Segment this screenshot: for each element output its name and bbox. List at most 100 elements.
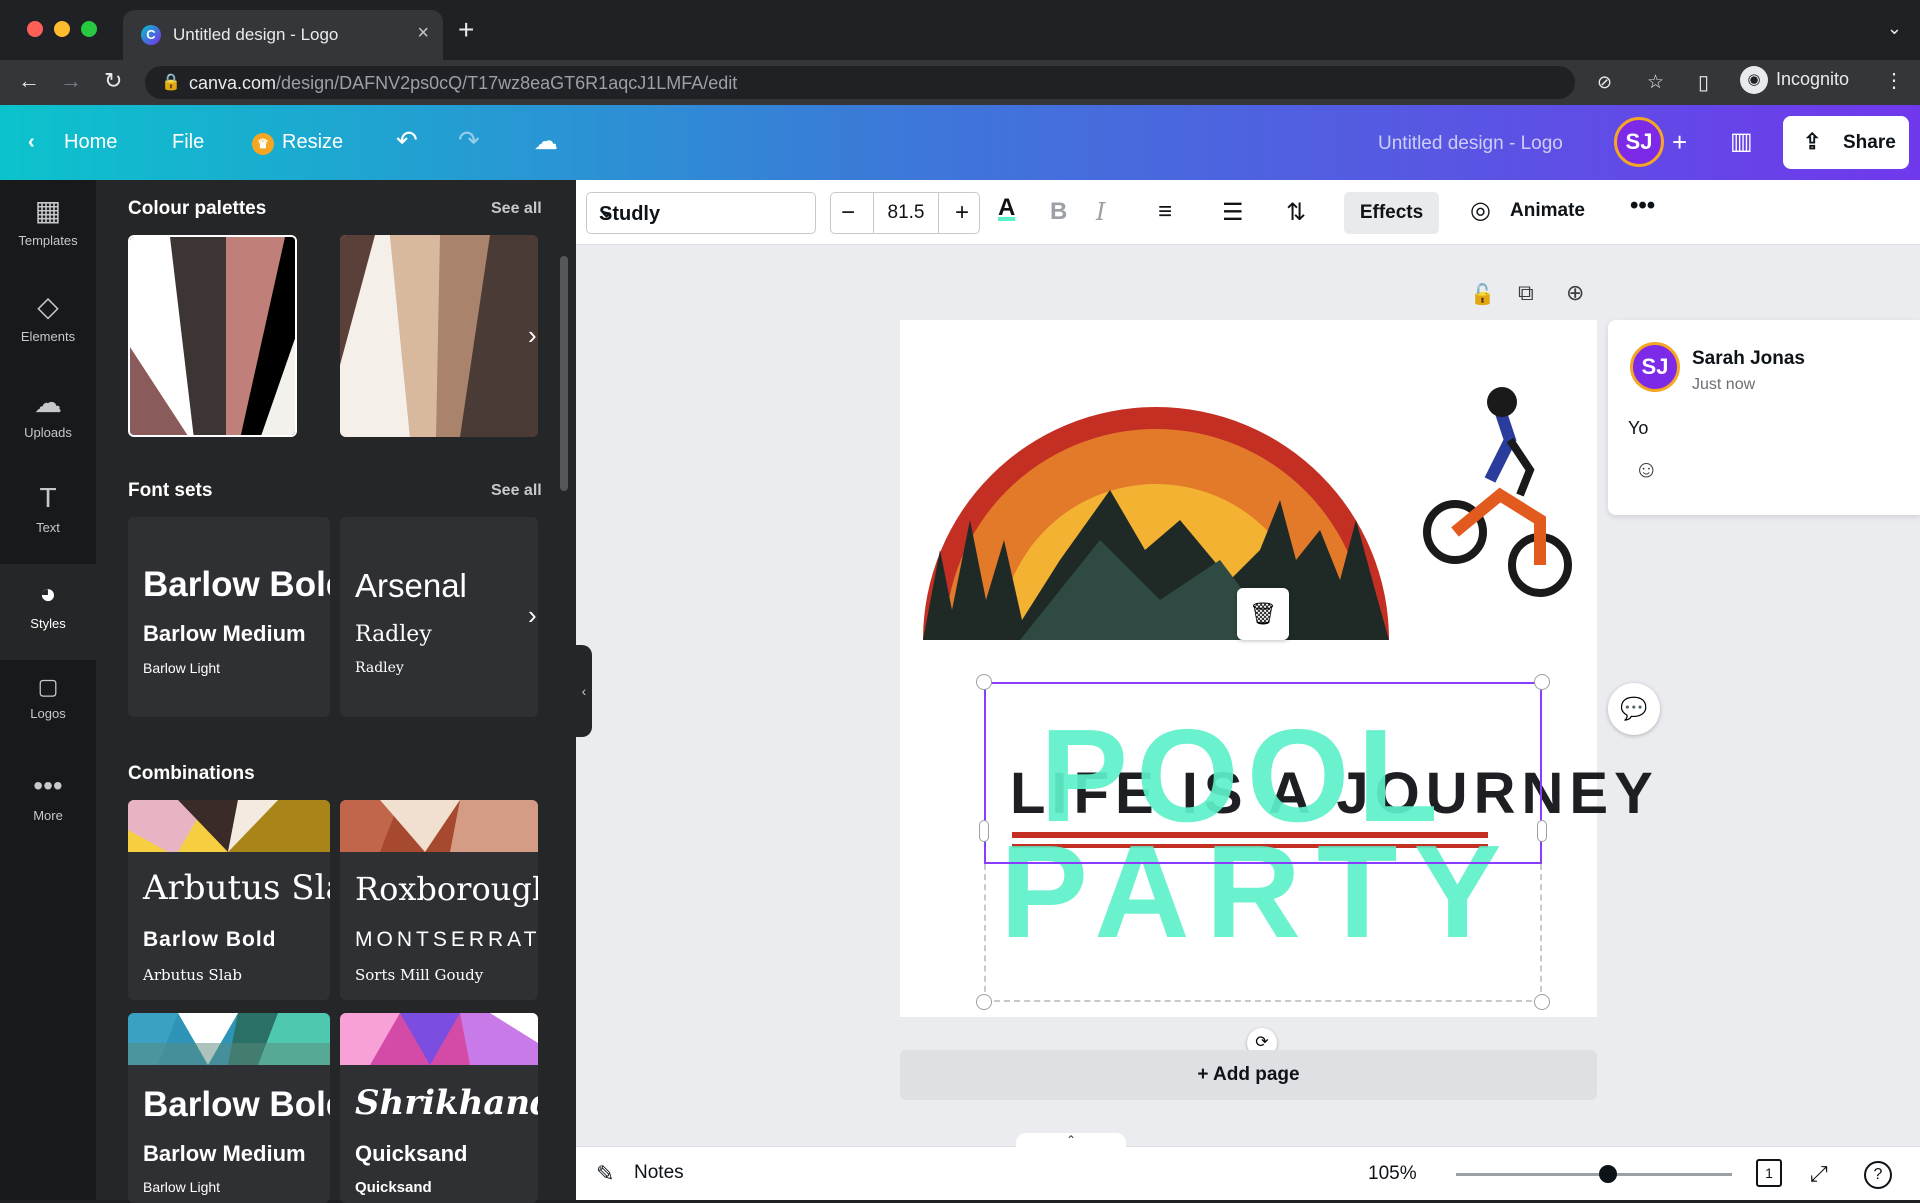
sidebar-icon[interactable]: ▯ [1698, 70, 1709, 95]
reload-icon[interactable]: ↻ [104, 68, 122, 94]
combination-card[interactable]: Arbutus Slab Barlow Bold Arbutus Slab [128, 800, 330, 1000]
font-size-input[interactable]: 81.5 [873, 193, 939, 233]
add-reaction-icon[interactable]: ☺ [1634, 456, 1659, 484]
back-icon[interactable]: ← [18, 68, 40, 94]
panel-scrollbar[interactable] [560, 256, 568, 491]
forward-icon[interactable]: → [60, 68, 82, 94]
rail-item-elements[interactable]: ◇ Elements [0, 276, 96, 372]
back-chevron-icon[interactable]: ‹ [28, 131, 35, 154]
add-comment-icon[interactable]: 💬 [1608, 683, 1660, 735]
minimize-window-button[interactable] [54, 21, 70, 37]
address-bar-row: ← → ↻ 🔒 canva.com/design/DAFNV2ps0cQ/T17… [0, 60, 1920, 105]
combination-card[interactable]: Shrikhand Quicksand Quicksand [340, 1013, 538, 1203]
rail-item-templates[interactable]: ▦ Templates [0, 180, 96, 276]
zoom-slider-thumb[interactable] [1598, 1165, 1617, 1183]
file-button[interactable]: File [172, 131, 204, 154]
fontsets-next-chevron-icon[interactable]: › [528, 600, 537, 631]
browser-menu-icon[interactable]: ⋮ [1884, 68, 1904, 93]
bookmark-star-icon[interactable]: ☆ [1647, 71, 1664, 94]
styles-icon: ◕ [39, 578, 57, 609]
collapse-panel-handle[interactable]: ‹ [576, 645, 592, 737]
undo-icon[interactable]: ↶ [396, 125, 418, 156]
zoom-level[interactable]: 105% [1368, 1163, 1417, 1185]
lock-icon: 🔒 [161, 74, 181, 91]
fontsets-see-all-link[interactable]: See all [491, 482, 542, 500]
animate-icon: ◎ [1470, 197, 1491, 224]
browser-tab-bar: C Untitled design - Logo × + ⌄ [0, 0, 1920, 65]
resize-handle[interactable] [979, 820, 989, 842]
resize-handle[interactable] [1534, 994, 1550, 1010]
incognito-profile[interactable]: ◉ Incognito [1740, 66, 1849, 94]
canva-favicon-icon: C [141, 25, 161, 45]
eye-off-icon[interactable]: ⊘ [1597, 72, 1612, 93]
elements-icon: ◇ [37, 291, 59, 322]
combination-swatch [128, 1013, 330, 1065]
palettes-next-chevron-icon[interactable]: › [528, 320, 537, 351]
list-icon[interactable]: ☰ [1222, 198, 1244, 227]
font-family-select[interactable]: Studly ⌄ [586, 192, 816, 234]
rail-item-styles[interactable]: ◕ Styles [0, 564, 96, 660]
palette-card[interactable] [340, 235, 538, 437]
rail-item-uploads[interactable]: ☁ Uploads [0, 372, 96, 468]
combination-card[interactable]: Roxborough MONTSERRAT Sorts Mill Goudy [340, 800, 538, 1000]
user-avatar[interactable]: SJ [1614, 117, 1664, 167]
rail-item-more[interactable]: ••• More [0, 756, 96, 852]
effects-button[interactable]: Effects [1344, 192, 1439, 234]
home-button[interactable]: Home [64, 131, 117, 154]
design-page[interactable]: 🗑 LIFE IS A JOURNEY POOL PARTY [900, 320, 1653, 1017]
add-page-button[interactable]: + Add page [900, 1050, 1597, 1100]
new-tab-icon[interactable]: + [458, 14, 474, 46]
align-center-icon[interactable]: ≡ [1158, 198, 1172, 226]
duplicate-page-icon[interactable]: ⧉ [1518, 280, 1534, 306]
rail-label: Styles [30, 616, 66, 631]
spacing-icon[interactable]: ⇅ [1286, 198, 1306, 227]
font-set-card[interactable]: Arsenal Radley Radley [340, 517, 538, 717]
font-set-line2: Barlow Medium [143, 621, 306, 646]
text-color-icon[interactable]: A [998, 194, 1015, 222]
palette-card[interactable] [128, 235, 297, 437]
rail-item-logos[interactable]: ▢ Logos [0, 660, 96, 756]
resize-handle[interactable] [1534, 674, 1550, 690]
browser-tab[interactable]: C Untitled design - Logo × [123, 10, 443, 65]
resize-handle[interactable] [976, 994, 992, 1010]
text-selection-box[interactable] [984, 682, 1542, 864]
help-icon[interactable]: ? [1864, 1161, 1892, 1189]
bold-icon[interactable]: B [1050, 198, 1067, 226]
tab-search-chevron-icon[interactable]: ⌄ [1887, 18, 1902, 39]
resize-handle[interactable] [976, 674, 992, 690]
share-button[interactable]: ⇪ Share [1783, 116, 1909, 169]
close-tab-icon[interactable]: × [417, 22, 429, 45]
increase-size-button[interactable]: + [955, 199, 969, 227]
page-count-button[interactable]: 1 [1756, 1159, 1782, 1187]
more-options-icon[interactable]: ••• [1630, 192, 1655, 220]
more-icon: ••• [33, 770, 63, 801]
delete-element-button[interactable]: 🗑 [1237, 588, 1289, 640]
combination-card[interactable]: Barlow Bold Barlow Medium Barlow Light [128, 1013, 330, 1203]
comment-card[interactable]: SJ Sarah Jonas Just now Yo ☺ [1608, 320, 1920, 515]
url-host: canva.com [189, 73, 277, 93]
notes-button[interactable]: Notes [634, 1162, 684, 1184]
lock-page-icon[interactable]: 🔓 [1470, 282, 1495, 307]
close-window-button[interactable] [27, 21, 43, 37]
maximize-window-button[interactable] [81, 21, 97, 37]
decrease-size-button[interactable]: − [841, 199, 855, 227]
font-set-card[interactable]: Barlow Bold Barlow Medium Barlow Light [128, 517, 330, 717]
italic-icon[interactable]: I [1096, 198, 1105, 226]
animate-button[interactable]: Animate [1510, 200, 1585, 222]
fullscreen-icon[interactable]: ⤢ [1810, 1161, 1828, 1187]
zoom-slider-track[interactable] [1456, 1173, 1732, 1176]
combinations-title: Combinations [128, 763, 255, 784]
resize-button[interactable]: Resize [282, 131, 343, 154]
resize-handle[interactable] [1537, 820, 1547, 842]
expand-pages-chevron-icon[interactable]: ⌃ [1016, 1133, 1126, 1147]
cloud-saved-icon[interactable]: ☁ [534, 127, 558, 156]
rail-item-text[interactable]: T Text [0, 468, 96, 564]
add-page-icon[interactable]: ⊕ [1566, 280, 1584, 306]
add-collaborator-icon[interactable]: + [1672, 127, 1687, 158]
palettes-see-all-link[interactable]: See all [491, 200, 542, 218]
redo-icon[interactable]: ↷ [458, 125, 480, 156]
rail-label: Logos [30, 706, 66, 721]
document-title[interactable]: Untitled design - Logo [1378, 133, 1563, 155]
insights-chart-icon[interactable]: ▥ [1730, 127, 1753, 156]
url-field[interactable]: 🔒 canva.com/design/DAFNV2ps0cQ/T17wz8eaG… [145, 66, 1664, 99]
